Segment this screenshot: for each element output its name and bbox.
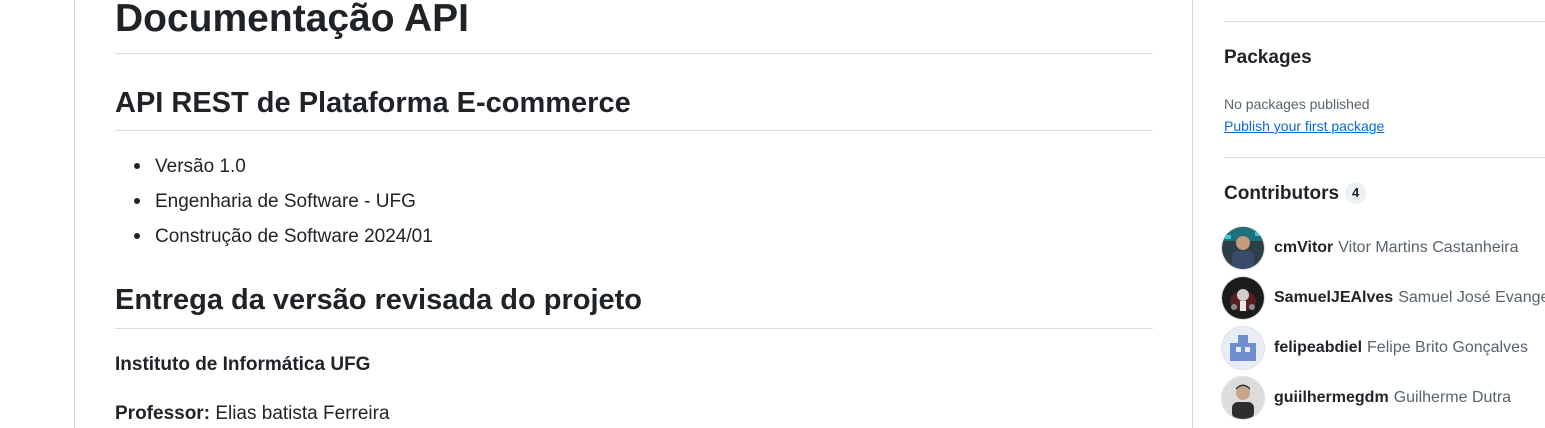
- section2-heading: Entrega da versão revisada do projeto: [115, 284, 643, 316]
- section2-divider: [115, 328, 1153, 329]
- contributor-item[interactable]: cmVitor Vitor Martins Castanheira: [1222, 227, 1519, 269]
- contributor-name[interactable]: Samuel José Evangelista Alves: [1398, 289, 1545, 307]
- contributor-name[interactable]: Guilherme Dutra: [1394, 389, 1511, 407]
- contributor-item[interactable]: guiilhermegdm Guilherme Dutra: [1222, 377, 1511, 419]
- no-packages-text: No packages published: [1224, 96, 1370, 112]
- contributors-count-badge: 4: [1345, 182, 1367, 204]
- packages-heading[interactable]: Packages: [1224, 46, 1312, 70]
- section1-heading: API REST de Plataforma E-commerce: [115, 87, 631, 119]
- avatar[interactable]: [1222, 327, 1264, 369]
- contributors-heading[interactable]: Contributors 4: [1224, 182, 1367, 206]
- contributor-login[interactable]: felipeabdiel: [1274, 339, 1362, 357]
- contributor-name[interactable]: Felipe Brito Gonçalves: [1367, 339, 1528, 357]
- bullet-icon: [134, 163, 140, 169]
- title-divider: [115, 53, 1153, 54]
- contributor-item[interactable]: SamuelJEAlves Samuel José Evangelista Al…: [1222, 277, 1545, 319]
- professor-text: Professor: Elias batista Ferreira: [115, 401, 390, 427]
- contributor-name[interactable]: Vitor Martins Castanheira: [1338, 239, 1518, 257]
- contributor-login[interactable]: guiilhermegdm: [1274, 389, 1389, 407]
- readme-title: Documentação API: [115, 0, 469, 40]
- sidebar-divider-top: [1224, 21, 1545, 22]
- version-info-list: Versão 1.0 Engenharia de Software - UFG …: [115, 149, 433, 254]
- section1-divider: [115, 130, 1153, 131]
- sidebar-divider-packages: [1224, 157, 1545, 158]
- contributor-login[interactable]: SamuelJEAlves: [1274, 289, 1393, 307]
- list-item: Construção de Software 2024/01: [115, 219, 433, 254]
- professor-name: Elias batista Ferreira: [215, 403, 390, 424]
- avatar[interactable]: [1222, 377, 1264, 419]
- list-item: Engenharia de Software - UFG: [115, 184, 433, 219]
- bullet-icon: [134, 233, 140, 239]
- publish-package-link[interactable]: Publish your first package: [1224, 116, 1384, 136]
- bullet-icon: [134, 198, 140, 204]
- avatar[interactable]: [1222, 227, 1264, 269]
- contributor-item[interactable]: felipeabdiel Felipe Brito Gonçalves: [1222, 327, 1528, 369]
- professor-label: Professor:: [115, 403, 211, 424]
- avatar[interactable]: [1222, 277, 1264, 319]
- list-item: Versão 1.0: [115, 149, 433, 184]
- institute-text: Instituto de Informática UFG: [115, 354, 371, 375]
- contributor-login[interactable]: cmVitor: [1274, 239, 1333, 257]
